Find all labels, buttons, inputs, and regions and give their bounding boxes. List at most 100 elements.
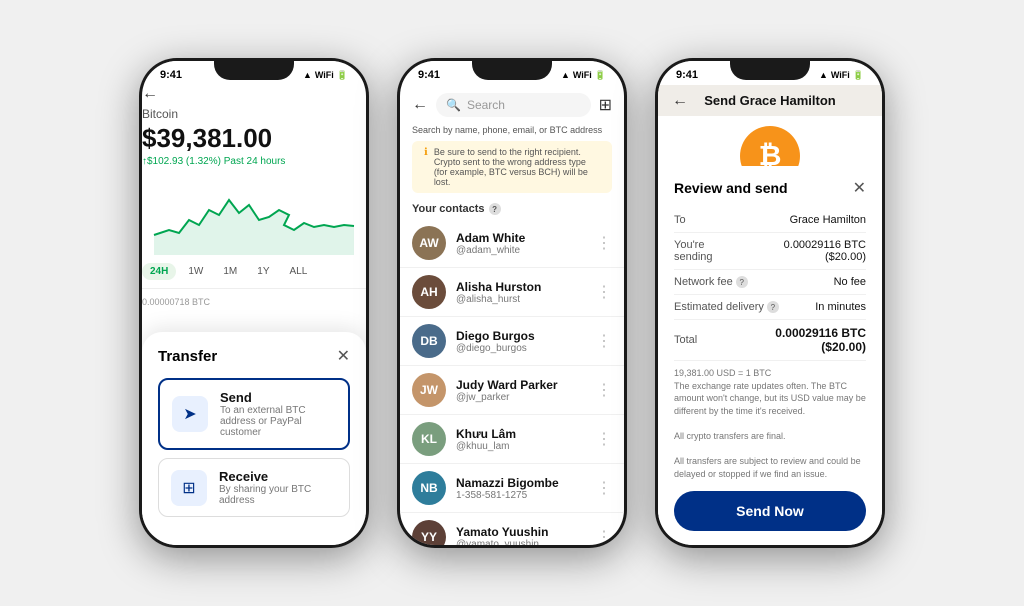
review-label-fee: Network fee ? [674,276,748,288]
avatar-namazzi: NB [412,471,446,505]
contacts-help-icon[interactable]: ? [489,203,501,215]
review-row-sending: You're sending 0.00029116 BTC ($20.00) [674,233,866,270]
contact-item-yamato[interactable]: YY Yamato Yuushin @yamato_yuushin ⋮ [400,513,624,545]
phone-2-inner: 9:41 ▲ WiFi 🔋 ← 🔍 Search ⊞ Search by nam… [400,61,624,545]
search-bar[interactable]: 🔍 Search [436,93,591,117]
avatar-adam: AW [412,226,446,260]
contact-name-khuu: Khưu Lâm [456,427,586,441]
tab-1w[interactable]: 1W [180,263,211,280]
disclaimer-text: 19,381.00 USD = 1 BTC The exchange rate … [674,367,866,483]
signal-icon-1: ▲ [303,70,312,80]
send-option[interactable]: ➤ Send To an external BTC address or Pay… [158,378,350,450]
delivery-help-icon[interactable]: ? [767,301,779,313]
contact-info-yamato: Yamato Yuushin @yamato_yuushin [456,525,586,546]
contact-item-namazzi[interactable]: NB Namazzi Bigombe 1-358-581-1275 ⋮ [400,464,624,513]
search-icon: 🔍 [446,98,461,112]
avatar-khuu: KL [412,422,446,456]
send-option-text: Send To an external BTC address or PayPa… [220,390,336,438]
contact-name-judy: Judy Ward Parker [456,378,586,392]
back-arrow-1[interactable]: ← [142,85,366,103]
avatar-diego: DB [412,324,446,358]
status-icons-1: ▲ WiFi 🔋 [303,70,348,81]
review-modal-close[interactable]: ✕ [853,178,866,198]
contact-info-khuu: Khưu Lâm @khuu_lam [456,427,586,452]
warning-bar: ℹ Be sure to send to the right recipient… [412,141,612,193]
review-row-fee: Network fee ? No fee [674,270,866,295]
receive-option[interactable]: ⊞ Receive By sharing your BTC address [158,458,350,517]
contact-item-alisha[interactable]: AH Alisha Hurston @alisha_hurst ⋮ [400,268,624,317]
signal-icon-3: ▲ [819,70,828,80]
review-label-to: To [674,214,686,226]
contact-handle-adam: @adam_white [456,245,586,256]
contact-item-judy[interactable]: JW Judy Ward Parker @jw_parker ⋮ [400,366,624,415]
avatar-yamato: YY [412,520,446,545]
notch-2 [472,58,552,80]
contact-menu-alisha[interactable]: ⋮ [596,282,612,302]
contact-item-diego[interactable]: DB Diego Burgos @diego_burgos ⋮ [400,317,624,366]
review-value-total: 0.00029116 BTC($20.00) [775,326,866,354]
tab-1y[interactable]: 1Y [249,263,277,280]
wifi-icon-1: WiFi [315,70,334,80]
review-value-fee: No fee [834,276,866,288]
battery-icon-1: 🔋 [337,70,348,81]
contact-info-adam: Adam White @adam_white [456,231,586,256]
tab-all[interactable]: ALL [282,263,316,280]
contact-name-diego: Diego Burgos [456,329,586,343]
modal-title: Transfer [158,348,217,365]
phone1-screen: ← Bitcoin $39,381.00 ↑$102.93 (1.32%) Pa… [142,85,366,311]
tab-24h[interactable]: 24H [142,263,176,280]
contact-handle-diego: @diego_burgos [456,343,586,354]
phone-2: 9:41 ▲ WiFi 🔋 ← 🔍 Search ⊞ Search by nam… [397,58,627,548]
signal-icon-2: ▲ [561,70,570,80]
contact-name-namazzi: Namazzi Bigombe [456,476,586,490]
review-value-delivery: In minutes [815,301,866,313]
contacts-label-text: Your contacts [412,203,485,215]
search-back[interactable]: ← [412,96,428,114]
tab-1m[interactable]: 1M [215,263,245,280]
contact-menu-namazzi[interactable]: ⋮ [596,478,612,498]
review-header: ← Send Grace Hamilton [658,85,882,116]
contact-menu-diego[interactable]: ⋮ [596,331,612,351]
contact-menu-khuu[interactable]: ⋮ [596,429,612,449]
modal-header: Transfer ✕ [158,346,350,366]
status-icons-3: ▲ WiFi 🔋 [819,70,864,81]
modal-close[interactable]: ✕ [337,346,350,366]
phone2-screen: ← 🔍 Search ⊞ Search by name, phone, emai… [400,85,624,545]
review-row-to: To Grace Hamilton [674,208,866,233]
time-2: 9:41 [418,69,440,81]
notch-3 [730,58,810,80]
qr-button[interactable]: ⊞ [599,95,612,115]
contact-name-yamato: Yamato Yuushin [456,525,586,539]
contact-item-khuu[interactable]: KL Khưu Lâm @khuu_lam ⋮ [400,415,624,464]
send-now-button[interactable]: Send Now [674,491,866,531]
contact-menu-judy[interactable]: ⋮ [596,380,612,400]
contact-info-namazzi: Namazzi Bigombe 1-358-581-1275 [456,476,586,501]
send-icon: ➤ [172,396,208,432]
wifi-icon-3: WiFi [831,70,850,80]
warning-icon: ℹ [424,147,428,158]
contact-menu-adam[interactable]: ⋮ [596,233,612,253]
phone3-screen: ← Send Grace Hamilton ₿ Send Bitcoin Rev… [658,85,882,208]
contact-handle-namazzi: 1-358-581-1275 [456,490,586,501]
crypto-change: ↑$102.93 (1.32%) Past 24 hours [142,156,366,167]
review-back[interactable]: ← [672,92,688,110]
contact-menu-yamato[interactable]: ⋮ [596,527,612,545]
contact-handle-alisha: @alisha_hurst [456,294,586,305]
notch-1 [214,58,294,80]
bitcoin-chart [142,175,366,255]
crypto-title: Bitcoin [142,107,366,121]
chart-svg [142,175,366,255]
review-modal-title: Review and send [674,180,788,196]
contact-info-alisha: Alisha Hurston @alisha_hurst [456,280,586,305]
time-tabs: 24H 1W 1M 1Y ALL [142,263,366,280]
send-title: Send [220,390,336,405]
contact-handle-yamato: @yamato_yuushin [456,539,586,546]
avatar-judy: JW [412,373,446,407]
search-hint: Search by name, phone, email, or BTC add… [400,121,624,141]
phone-1-inner: 9:41 ▲ WiFi 🔋 ← Bitcoin $39,381.00 ↑$102… [142,61,366,545]
fee-help-icon[interactable]: ? [736,276,748,288]
review-value-to: Grace Hamilton [790,214,866,226]
avatar-alisha: AH [412,275,446,309]
wifi-icon-2: WiFi [573,70,592,80]
contact-item-adam[interactable]: AW Adam White @adam_white ⋮ [400,219,624,268]
